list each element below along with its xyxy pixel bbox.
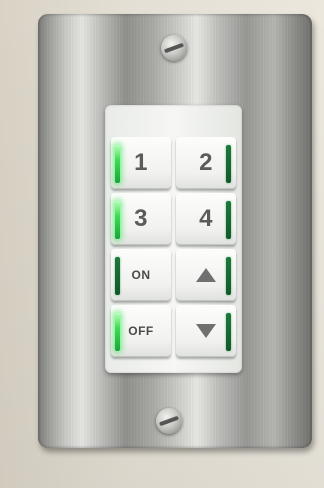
scene-3-button[interactable]: 3 — [111, 193, 171, 245]
scene-1-led — [115, 145, 120, 183]
scene-1-label: 1 — [134, 149, 148, 176]
on-button[interactable]: ON — [111, 249, 171, 301]
on-label: ON — [131, 268, 151, 282]
on-led — [115, 257, 120, 295]
top-screw-icon — [161, 35, 187, 61]
lower-led — [226, 313, 231, 351]
bottom-screw-icon — [156, 408, 182, 434]
off-led — [115, 313, 120, 351]
raise-button[interactable] — [176, 249, 236, 301]
down-arrow-icon — [196, 324, 216, 338]
up-arrow-icon — [196, 268, 216, 282]
raise-led — [226, 257, 231, 295]
keypad: 1 2 3 4 ON OFF — [105, 105, 242, 373]
scene-2-button[interactable]: 2 — [176, 137, 236, 189]
off-label: OFF — [128, 324, 154, 338]
scene-2-label: 2 — [199, 149, 213, 176]
scene-2-led — [226, 145, 231, 183]
scene-4-button[interactable]: 4 — [176, 193, 236, 245]
scene-1-button[interactable]: 1 — [111, 137, 171, 189]
lower-button[interactable] — [176, 305, 236, 357]
off-button[interactable]: OFF — [111, 305, 171, 357]
scene-4-led — [226, 201, 231, 239]
scene-4-label: 4 — [199, 205, 213, 232]
scene-3-label: 3 — [134, 205, 148, 232]
scene-3-led — [115, 201, 120, 239]
